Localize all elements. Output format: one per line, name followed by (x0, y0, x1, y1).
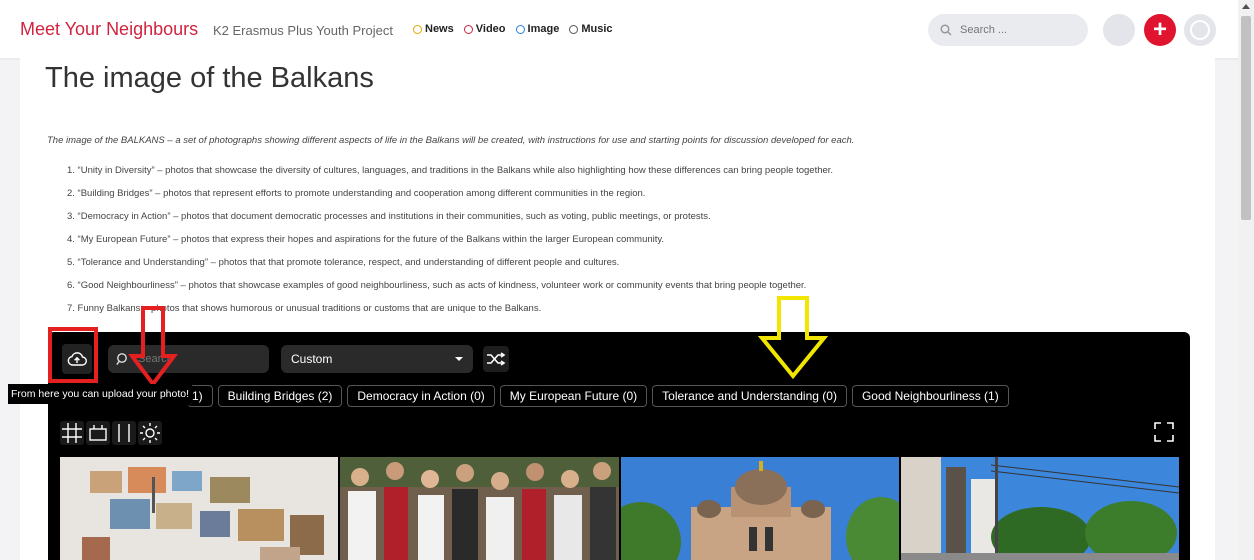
page-scrollbar[interactable] (1238, 0, 1254, 560)
photo-wall-collage (60, 457, 338, 560)
site-subtitle: K2 Erasmus Plus Youth Project (213, 23, 393, 38)
orthodox-church (621, 457, 899, 560)
folk-dance-crowd (340, 457, 619, 560)
grid-view-button[interactable] (60, 421, 84, 445)
chip-building-bridges[interactable]: Building Bridges (2) (217, 385, 343, 407)
gallery-search-input[interactable] (136, 352, 260, 366)
gallery-search (108, 345, 269, 373)
chip-tolerance-and-understanding[interactable]: Tolerance and Understanding (0) (652, 385, 847, 407)
column-view-button[interactable] (112, 421, 136, 445)
nav-label: Music (581, 23, 613, 35)
nav-label: News (425, 23, 454, 35)
nav-item-music[interactable]: Music (569, 23, 613, 35)
nav-item-video[interactable]: Video (463, 23, 506, 35)
gallery-photo-folk-dance[interactable] (340, 457, 619, 560)
nav-category-list: News Video Image Music (413, 23, 613, 35)
list-item: 6. “Good Neighbourliness” – photos that … (67, 280, 807, 291)
nav-item-image[interactable]: Image (515, 23, 560, 35)
intro-text: The image of the BALKANS – a set of phot… (47, 135, 855, 146)
scroll-up-icon[interactable] (1242, 4, 1250, 9)
search-input[interactable] (958, 23, 1072, 37)
column-view-icon (118, 424, 130, 442)
gallery-photo-collage[interactable] (60, 457, 338, 560)
list-item: 3. “Democracy in Action” – photos that d… (67, 211, 711, 222)
brightness-icon (140, 423, 160, 443)
gallery-photo-church[interactable] (621, 457, 899, 560)
radio-icon (413, 24, 422, 34)
fullscreen-icon (1154, 422, 1174, 442)
page-title: The image of the Balkans (45, 62, 374, 94)
add-button[interactable]: + (1144, 14, 1176, 46)
scrollbar-thumb[interactable] (1241, 16, 1251, 220)
fullscreen-button[interactable] (1152, 420, 1176, 444)
list-item: 7. Funny Balkans – photos that shows hum… (67, 303, 542, 314)
chip-my-european-future[interactable]: My European Future (0) (499, 385, 648, 407)
sort-select-value: Custom (291, 352, 333, 366)
slider-view-button[interactable] (86, 421, 110, 445)
upload-tooltip: From here you can upload your photo! (8, 384, 193, 404)
brightness-button[interactable] (138, 421, 162, 445)
search-icon (940, 24, 952, 36)
grid-view-icon (62, 423, 82, 443)
radio-icon (515, 24, 525, 34)
site-title[interactable]: Meet Your Neighbours (20, 19, 198, 40)
gallery-photo-street[interactable] (901, 457, 1179, 560)
shuffle-button[interactable] (483, 346, 509, 372)
list-item: 4. “My European Future” – photos that ex… (67, 234, 665, 245)
user-menu-button[interactable] (1103, 14, 1135, 46)
category-filter-chips: 1) Building Bridges (2) Democracy in Act… (187, 385, 1009, 407)
chip-democracy-in-action[interactable]: Democracy in Action (0) (347, 385, 495, 407)
top-navbar: Meet Your Neighbours K2 Erasmus Plus You… (0, 0, 1238, 58)
nav-label: Video (475, 23, 506, 35)
sort-select[interactable]: Custom (281, 345, 473, 373)
chip-good-neighbourliness[interactable]: Good Neighbourliness (1) (851, 385, 1009, 407)
radio-icon (463, 24, 473, 34)
radio-icon (569, 24, 579, 34)
shuffle-icon (487, 352, 506, 366)
upload-button[interactable] (62, 344, 92, 374)
chevron-down-icon (455, 357, 463, 361)
nav-item-news[interactable]: News (413, 23, 454, 35)
topic-list: 1. “Unity in Diversity” – photos that sh… (67, 165, 833, 326)
site-search (928, 14, 1088, 46)
list-item: 1. “Unity in Diversity” – photos that sh… (67, 165, 834, 176)
slider-view-icon (89, 425, 107, 441)
avatar[interactable] (1184, 14, 1216, 46)
nav-label: Image (527, 23, 560, 35)
view-toolbar (60, 421, 162, 445)
city-street-trolley (901, 457, 1179, 560)
search-icon (116, 353, 127, 366)
cloud-upload-icon (67, 352, 87, 366)
list-item: 5. “Tolerance and Understanding” – photo… (67, 257, 620, 268)
list-item: 2. “Building Bridges” – photos that repr… (67, 188, 646, 199)
